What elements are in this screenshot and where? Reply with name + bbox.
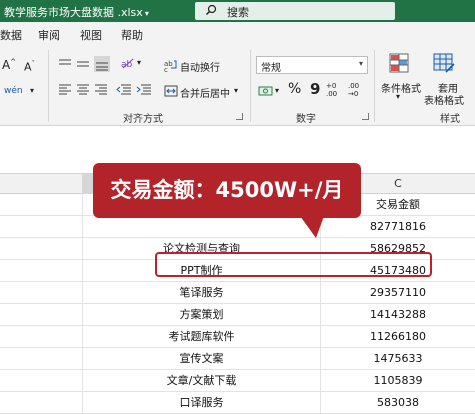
chevron-down-icon[interactable]: ▾ <box>396 92 400 101</box>
number-group-label: 数字 <box>296 114 316 125</box>
decrease-indent-icon[interactable] <box>116 84 132 96</box>
callout-pointer <box>300 216 324 238</box>
search-box[interactable]: 搜索 <box>195 2 395 20</box>
table-row: 82771816 <box>0 216 475 238</box>
tab-view[interactable]: 视图 <box>80 27 102 43</box>
align-top-icon[interactable] <box>58 58 72 70</box>
file-name: 教学服务市场大盘数据 .xlsx <box>4 6 143 19</box>
number-format-select[interactable]: 常规 ▾ <box>256 56 368 74</box>
callout-text: 交易金额：4500W+/月 <box>110 178 344 202</box>
cell-category[interactable]: 文章/文献下载 <box>82 370 320 392</box>
cell-category[interactable]: 笔译服务 <box>82 282 320 304</box>
format-as-table-icon[interactable] <box>432 52 456 74</box>
cell-amount[interactable]: 1105839 <box>320 370 475 392</box>
cell-amount[interactable]: 82771816 <box>320 216 475 238</box>
orientation-icon[interactable]: ab <box>120 56 136 70</box>
table-row: 方案策划 14143288 <box>0 304 475 326</box>
table-row: 笔译服务 29357110 <box>0 282 475 304</box>
callout-banner: 交易金额：4500W+/月 <box>93 163 361 218</box>
format-as-table-label-2[interactable]: 表格格式 <box>424 92 464 107</box>
cell-category[interactable] <box>82 216 320 238</box>
tab-review[interactable]: 审阅 <box>38 27 60 43</box>
cell-category[interactable]: 口译服务 <box>82 392 320 414</box>
align-bottom-icon[interactable] <box>94 56 110 72</box>
chevron-down-icon[interactable]: ▾ <box>234 86 238 95</box>
table-row: 考试题库软件 11266180 <box>0 326 475 348</box>
align-middle-icon[interactable] <box>76 58 90 70</box>
accounting-format-icon[interactable] <box>258 84 274 98</box>
decrease-decimal-button[interactable]: .00 →0 <box>348 82 368 98</box>
table-row: 文章/文献下载 1105839 <box>0 370 475 392</box>
chevron-down-icon[interactable]: ▾ <box>275 86 279 95</box>
svg-text:c: c <box>164 66 168 72</box>
chevron-down-icon: ▾ <box>144 9 149 18</box>
separator <box>48 50 49 122</box>
cell-amount[interactable]: 14143288 <box>320 304 475 326</box>
styles-group-label: 样式 <box>440 114 460 125</box>
font-shrink-button[interactable]: Aˇ <box>24 60 35 74</box>
alignment-launcher-icon[interactable] <box>236 113 243 120</box>
chevron-down-icon: ▾ <box>358 59 363 68</box>
comma-style-button[interactable]: 9 <box>310 80 320 98</box>
title-bar: 教学服务市场大盘数据 .xlsx ▾ 搜索 <box>0 0 475 22</box>
sheet-grid: 交易金额 82771816 论文检测与查询 58629852 PPT制作 451… <box>0 194 475 414</box>
separator <box>250 50 251 122</box>
tab-help[interactable]: 帮助 <box>121 27 143 43</box>
cell-amount[interactable]: 1475633 <box>320 348 475 370</box>
excel-window: 教学服务市场大盘数据 .xlsx ▾ 搜索 数据 审阅 视图 帮助 A^ Aˇ w… <box>0 0 475 414</box>
phonetic-guide-icon[interactable]: wén <box>4 86 23 96</box>
menu-bar: 数据 审阅 视图 帮助 <box>0 22 475 46</box>
conditional-format-icon[interactable] <box>388 52 410 74</box>
file-name-button[interactable]: 教学服务市场大盘数据 .xlsx ▾ <box>4 4 149 20</box>
align-right-icon[interactable] <box>94 84 108 96</box>
alignment-group-label: 对齐方式 <box>123 114 163 125</box>
align-center-icon[interactable] <box>76 84 90 96</box>
tab-data[interactable]: 数据 <box>0 27 22 43</box>
cell-amount[interactable]: 583038 <box>320 392 475 414</box>
search-label: 搜索 <box>227 6 249 19</box>
chevron-down-icon[interactable]: ▾ <box>30 86 34 95</box>
wrap-text-button[interactable]: 自动换行 <box>180 59 220 74</box>
align-left-icon[interactable] <box>58 84 72 96</box>
ribbon: A^ Aˇ wén ▾ ab ▾ <box>0 46 475 126</box>
search-icon <box>206 4 217 15</box>
cell-category[interactable]: 考试题库软件 <box>82 326 320 348</box>
increase-indent-icon[interactable] <box>136 84 152 96</box>
highlight-box <box>155 252 432 277</box>
number-format-value: 常规 <box>261 63 281 74</box>
increase-decimal-button[interactable]: +0 .00 <box>326 82 346 98</box>
table-row: 宣传文案 1475633 <box>0 348 475 370</box>
chevron-down-icon[interactable]: ▾ <box>137 58 141 67</box>
font-grow-button[interactable]: A^ <box>2 58 16 72</box>
cell-category[interactable]: 宣传文案 <box>82 348 320 370</box>
conditional-format-button[interactable]: 条件格式 <box>381 80 421 95</box>
merge-center-button[interactable]: 合并后居中 <box>180 85 230 100</box>
separator <box>374 50 375 122</box>
wrap-text-icon[interactable]: ab c <box>164 58 178 72</box>
percent-style-button[interactable]: % <box>288 81 301 97</box>
cell-category[interactable]: 方案策划 <box>82 304 320 326</box>
merge-center-icon[interactable] <box>164 84 178 98</box>
cell-amount[interactable]: 11266180 <box>320 326 475 348</box>
table-row: 口译服务 583038 <box>0 392 475 414</box>
number-launcher-icon[interactable] <box>362 113 369 120</box>
cell-amount[interactable]: 29357110 <box>320 282 475 304</box>
